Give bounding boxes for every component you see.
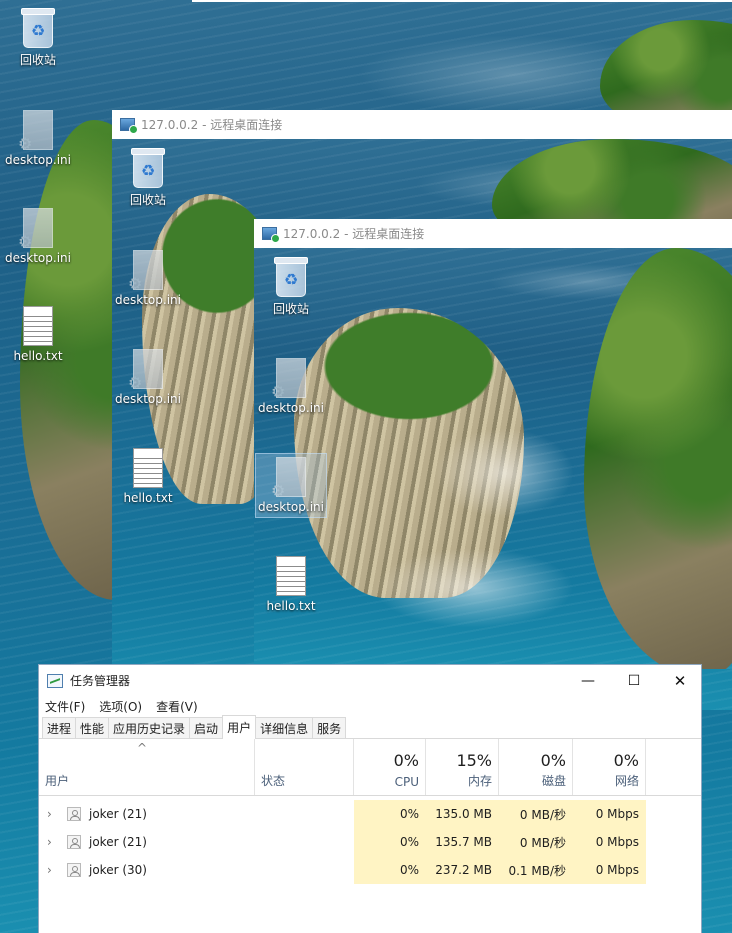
- ini-file-icon: [128, 250, 163, 293]
- table-row[interactable]: › joker (21) 0% 135.0 MB 0 MB/秒 0 Mbps: [39, 800, 701, 828]
- menu-file[interactable]: 文件(F): [45, 698, 85, 715]
- desktop-icon-hello-txt[interactable]: hello.txt: [255, 556, 327, 613]
- rdp-title-bar[interactable]: 127.0.0.2 - 远程桌面连接: [254, 219, 732, 248]
- cell-memory: 135.7 MB: [426, 828, 499, 856]
- ini-file-icon: [271, 358, 306, 401]
- cell-user: › joker (30): [47, 863, 147, 877]
- remote-desktop-icon: [120, 118, 138, 134]
- cell-network: 0 Mbps: [573, 828, 646, 856]
- text-file-icon: [23, 306, 53, 346]
- column-header-disk[interactable]: 0% 磁盘: [499, 739, 573, 795]
- cell-cpu: 0%: [354, 800, 426, 828]
- user-icon: [67, 807, 81, 821]
- task-manager-icon: [47, 673, 63, 688]
- desktop-icon-recycle-bin[interactable]: 回收站: [2, 8, 74, 68]
- cell-network: 0 Mbps: [573, 856, 646, 884]
- desktop-icon-recycle-bin[interactable]: 回收站: [112, 148, 184, 208]
- maximize-button[interactable]: ☐: [611, 665, 657, 696]
- task-manager-title-bar[interactable]: 任务管理器 — ☐ ✕: [39, 665, 701, 696]
- desktop-icon-recycle-bin[interactable]: 回收站: [255, 257, 327, 317]
- ini-file-icon: [18, 110, 53, 153]
- tab-startup[interactable]: 启动: [189, 717, 224, 738]
- desktop-icon-desktop-ini-selected[interactable]: desktop.ini: [255, 453, 327, 518]
- ini-file-icon: [271, 457, 306, 500]
- task-manager-title: 任务管理器: [70, 674, 131, 688]
- column-header-status[interactable]: 状态: [255, 739, 354, 795]
- cell-disk: 0 MB/秒: [499, 800, 573, 828]
- menu-options[interactable]: 选项(O): [99, 698, 142, 715]
- cell-memory: 237.2 MB: [426, 856, 499, 884]
- recycle-bin-icon: [131, 148, 165, 188]
- table-header: ^ 用户 状态 0% CPU 15% 内存 0% 磁盘 0% 网络: [39, 739, 701, 796]
- rdp-window-2: 127.0.0.2 - 远程桌面连接 回收站 desktop.ini deskt…: [254, 219, 732, 669]
- tab-processes[interactable]: 进程: [42, 717, 77, 738]
- desktop-icon-desktop-ini[interactable]: desktop.ini: [2, 110, 74, 167]
- chevron-right-icon[interactable]: ›: [47, 807, 63, 821]
- text-file-icon: [276, 556, 306, 596]
- tab-app-history[interactable]: 应用历史记录: [108, 717, 191, 738]
- cell-user: › joker (21): [47, 807, 147, 821]
- chevron-right-icon[interactable]: ›: [47, 863, 63, 877]
- desktop-icon-hello-txt[interactable]: hello.txt: [112, 448, 184, 505]
- table-row[interactable]: › joker (21) 0% 135.7 MB 0 MB/秒 0 Mbps: [39, 828, 701, 856]
- desktop-icon-desktop-ini[interactable]: desktop.ini: [255, 358, 327, 415]
- user-icon: [67, 863, 81, 877]
- tab-services[interactable]: 服务: [312, 717, 347, 738]
- cell-cpu: 0%: [354, 828, 426, 856]
- cell-network: 0 Mbps: [573, 800, 646, 828]
- chevron-right-icon[interactable]: ›: [47, 835, 63, 849]
- column-header-cpu[interactable]: 0% CPU: [354, 739, 426, 795]
- recycle-bin-icon: [21, 8, 55, 48]
- users-table: ^ 用户 状态 0% CPU 15% 内存 0% 磁盘 0% 网络 › joke…: [39, 739, 701, 884]
- desktop-icon-desktop-ini[interactable]: desktop.ini: [2, 208, 74, 265]
- column-header-network[interactable]: 0% 网络: [573, 739, 646, 795]
- cell-disk: 0.1 MB/秒: [499, 856, 573, 884]
- tab-performance[interactable]: 性能: [75, 717, 110, 738]
- close-button[interactable]: ✕: [657, 665, 703, 696]
- sort-ascending-icon: ^: [137, 741, 148, 755]
- tab-strip: 进程 性能 应用历史记录 启动 用户 详细信息 服务: [39, 715, 701, 739]
- rdp-title-bar[interactable]: 127.0.0.2 - 远程桌面连接: [112, 110, 732, 139]
- user-icon: [67, 835, 81, 849]
- cell-status: [255, 856, 354, 884]
- rdp-window-title: 127.0.0.2 - 远程桌面连接: [141, 118, 283, 132]
- tab-details[interactable]: 详细信息: [255, 717, 314, 738]
- menu-view[interactable]: 查看(V): [156, 698, 198, 715]
- ini-file-icon: [18, 208, 53, 251]
- column-header-memory[interactable]: 15% 内存: [426, 739, 499, 795]
- cell-cpu: 0%: [354, 856, 426, 884]
- tab-users[interactable]: 用户: [222, 715, 257, 739]
- table-row[interactable]: › joker (30) 0% 237.2 MB 0.1 MB/秒 0 Mbps: [39, 856, 701, 884]
- desktop-icon-hello-txt[interactable]: hello.txt: [2, 306, 74, 363]
- desktop-icon-desktop-ini[interactable]: desktop.ini: [112, 250, 184, 307]
- cell-user: › joker (21): [47, 835, 147, 849]
- desktop-icon-desktop-ini[interactable]: desktop.ini: [112, 349, 184, 406]
- rdp-window-title: 127.0.0.2 - 远程桌面连接: [283, 227, 425, 241]
- menu-bar: 文件(F) 选项(O) 查看(V): [39, 696, 701, 717]
- ini-file-icon: [128, 349, 163, 392]
- cell-status: [255, 828, 354, 856]
- minimize-button[interactable]: —: [565, 665, 611, 696]
- remote-desktop-icon: [262, 227, 280, 243]
- cell-memory: 135.0 MB: [426, 800, 499, 828]
- text-file-icon: [133, 448, 163, 488]
- cell-disk: 0 MB/秒: [499, 828, 573, 856]
- task-manager-window: 任务管理器 — ☐ ✕ 文件(F) 选项(O) 查看(V) 进程 性能 应用历史…: [38, 664, 702, 933]
- rdp-desktop-2: 回收站 desktop.ini desktop.ini hello.txt: [254, 248, 732, 669]
- cell-status: [255, 800, 354, 828]
- column-header-user[interactable]: ^ 用户: [39, 739, 255, 795]
- recycle-bin-icon: [274, 257, 308, 297]
